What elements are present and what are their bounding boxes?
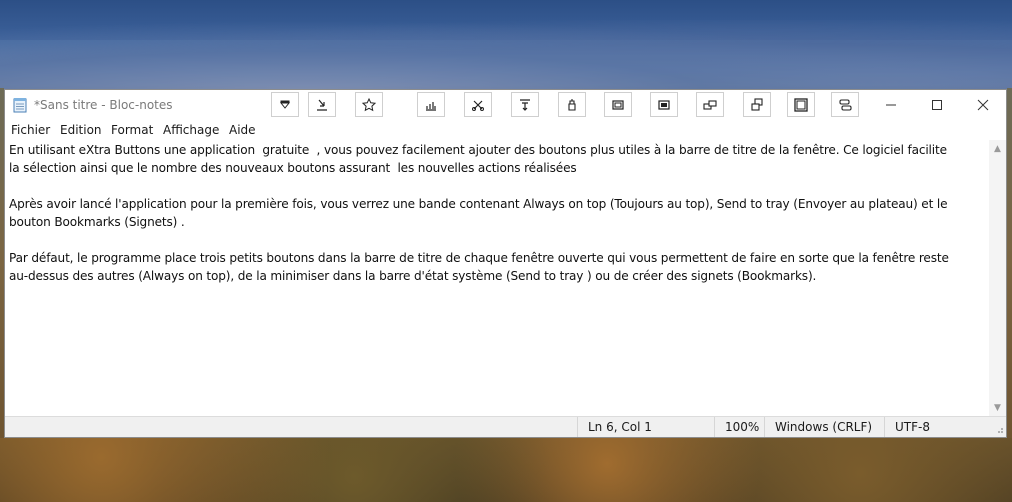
scroll-up-icon[interactable]: ▲ bbox=[989, 140, 1006, 157]
minimize-to-box-icon bbox=[612, 99, 624, 110]
close-button[interactable] bbox=[960, 90, 1006, 120]
transparency-button[interactable] bbox=[417, 92, 445, 117]
switch-button[interactable] bbox=[831, 92, 859, 117]
vertical-scrollbar[interactable]: ▲ ▼ bbox=[989, 140, 1006, 416]
copy-window-button[interactable] bbox=[464, 92, 492, 117]
copy-window-icon bbox=[472, 100, 484, 111]
snapshot-button[interactable] bbox=[650, 92, 678, 117]
maximize-box-icon bbox=[794, 97, 808, 112]
clipboard-icon bbox=[703, 99, 717, 110]
line-ending: Windows (CRLF) bbox=[764, 417, 885, 437]
minimize-button[interactable] bbox=[868, 90, 914, 120]
encoding: UTF-8 bbox=[884, 417, 989, 437]
cursor-position: Ln 6, Col 1 bbox=[577, 417, 720, 437]
notepad-icon bbox=[13, 97, 27, 113]
desktop-edge-right bbox=[1007, 88, 1012, 438]
menu-fichier[interactable]: Fichier bbox=[11, 123, 50, 137]
duplicate-icon bbox=[751, 97, 763, 111]
notepad-window: *Sans titre - Bloc-notes Fichier Edition… bbox=[4, 89, 1007, 438]
menu-edition[interactable]: Edition bbox=[60, 123, 102, 137]
title-bar[interactable]: *Sans titre - Bloc-notes bbox=[5, 90, 1006, 120]
menu-bar: Fichier Edition Format Affichage Aide bbox=[5, 120, 1006, 140]
roll-up-button[interactable] bbox=[271, 92, 299, 117]
scroll-down-icon[interactable]: ▼ bbox=[989, 399, 1006, 416]
maximize-box-button[interactable] bbox=[787, 92, 815, 117]
pin-icon bbox=[520, 98, 530, 111]
text-editor[interactable]: En utilisant eXtra Buttons une applicati… bbox=[5, 140, 989, 416]
bookmark-button[interactable] bbox=[355, 92, 383, 117]
priority-icon bbox=[568, 98, 576, 111]
duplicate-button[interactable] bbox=[743, 92, 771, 117]
menu-affichage[interactable]: Affichage bbox=[163, 123, 219, 137]
zoom-level: 100% bbox=[714, 417, 769, 437]
send-to-tray-icon bbox=[317, 99, 327, 111]
status-bar: Ln 6, Col 1 100% Windows (CRLF) UTF-8 bbox=[5, 416, 1006, 437]
transparency-icon bbox=[426, 101, 436, 111]
close-icon bbox=[977, 99, 989, 111]
maximize-icon bbox=[932, 100, 942, 110]
minimize-to-box-button[interactable] bbox=[604, 92, 632, 117]
snapshot-icon bbox=[658, 99, 670, 110]
window-title: *Sans titre - Bloc-notes bbox=[34, 98, 173, 112]
minimize-icon bbox=[886, 104, 896, 106]
editor-content[interactable]: En utilisant eXtra Buttons une applicati… bbox=[9, 141, 987, 285]
send-to-tray-button[interactable] bbox=[308, 92, 336, 117]
clipboard-button[interactable] bbox=[696, 92, 724, 117]
maximize-button[interactable] bbox=[914, 90, 960, 120]
roll-up-icon bbox=[279, 100, 291, 109]
pin-button[interactable] bbox=[511, 92, 539, 117]
switch-icon bbox=[839, 98, 852, 111]
menu-aide[interactable]: Aide bbox=[229, 123, 256, 137]
resize-grip-icon[interactable] bbox=[989, 417, 1006, 437]
bookmark-star-icon bbox=[361, 97, 377, 111]
priority-button[interactable] bbox=[558, 92, 586, 117]
desktop-foliage bbox=[0, 438, 1012, 502]
menu-format[interactable]: Format bbox=[111, 123, 153, 137]
